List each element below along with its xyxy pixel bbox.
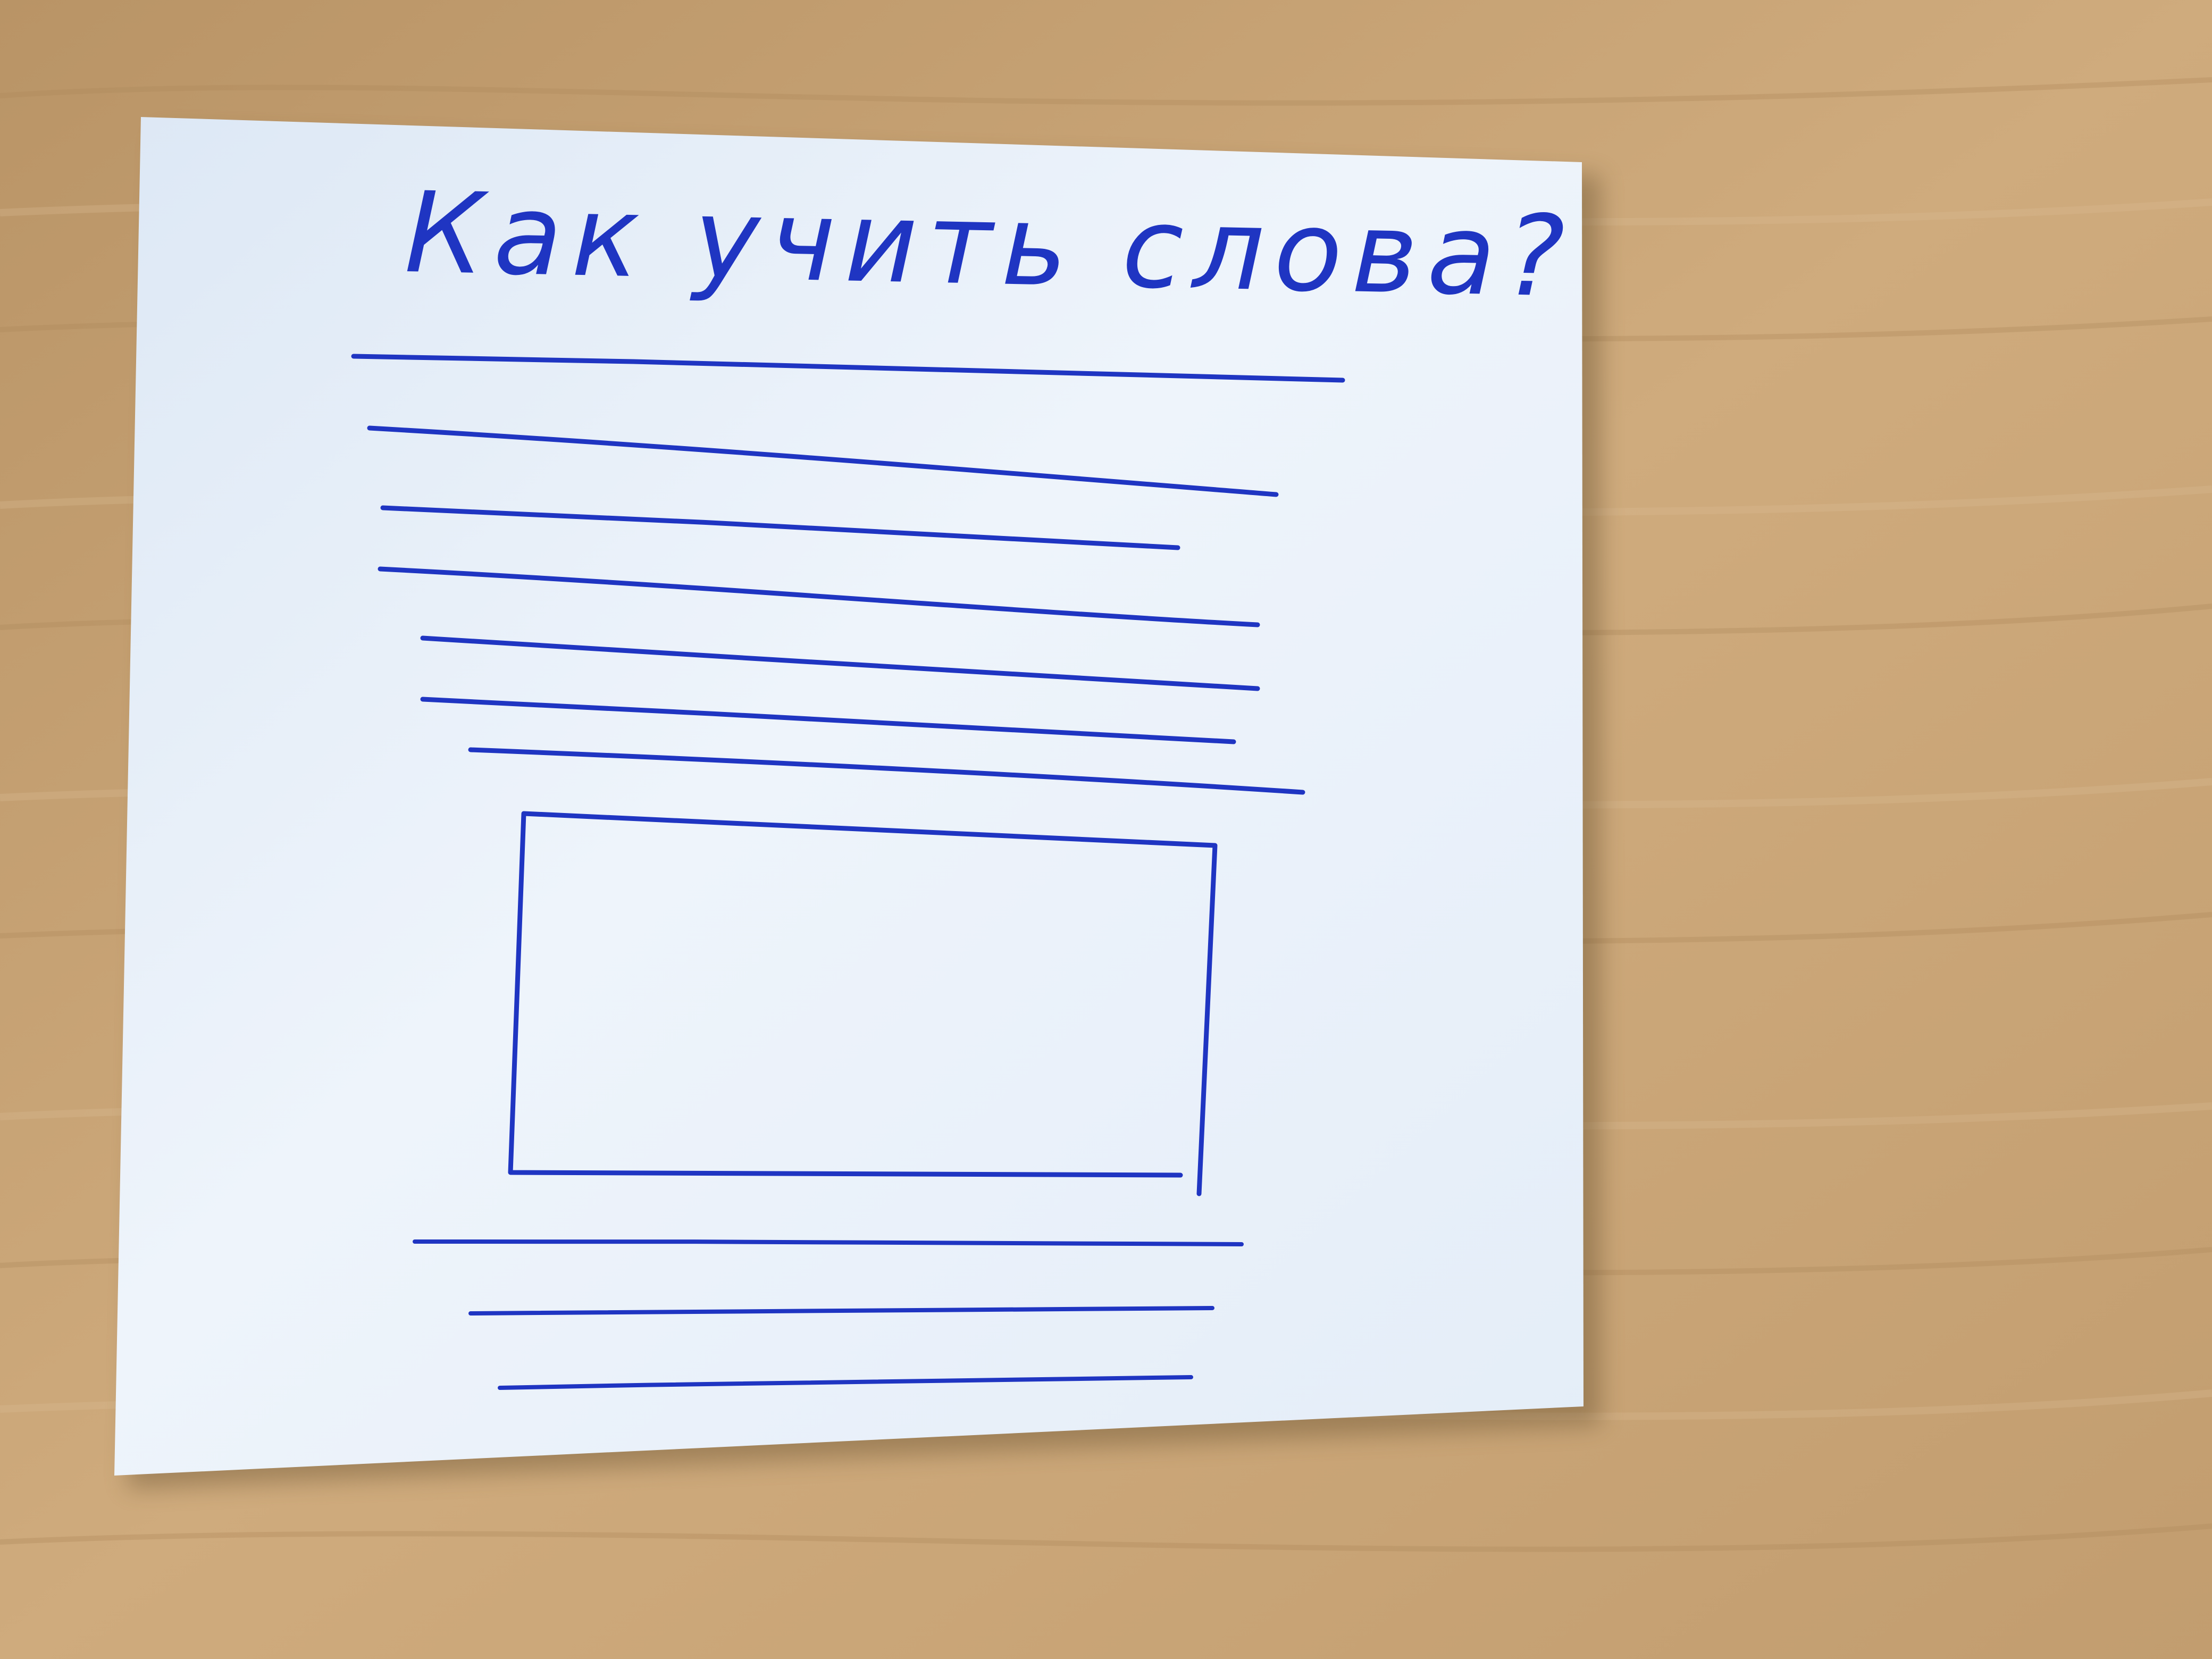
photo-scene: Как учить слова? bbox=[0, 0, 2212, 1659]
sketch-title: Как учить слова? bbox=[404, 167, 1576, 322]
paper-sheet bbox=[114, 117, 1583, 1476]
